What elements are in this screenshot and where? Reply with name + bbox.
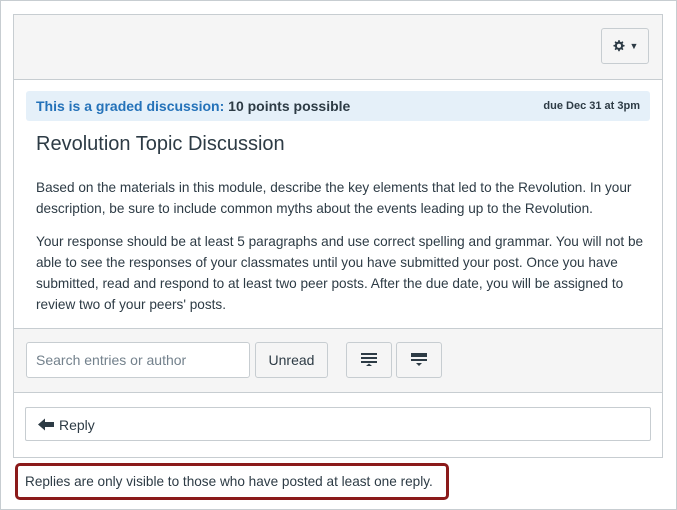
due-date: due Dec 31 at 3pm (543, 100, 640, 112)
discussion-paragraph-1: Based on the materials in this module, d… (36, 180, 632, 216)
unread-filter-button[interactable]: Unread (255, 342, 328, 378)
settings-menu-button[interactable]: ▼ (601, 28, 649, 64)
expand-all-button[interactable] (346, 342, 392, 378)
collapse-all-icon (411, 353, 427, 366)
discussion-title: Revolution Topic Discussion (36, 133, 285, 155)
reply-label: Reply (59, 417, 95, 433)
page-frame: ▼ This is a graded discussion: 10 points… (0, 0, 677, 510)
discussion-toolbar: Unread (14, 328, 662, 393)
discussion-header-bar: ▼ (14, 15, 662, 80)
discussion-paragraph-2: Your response should be at least 5 parag… (36, 234, 644, 312)
graded-label: This is a graded discussion: 10 points p… (36, 98, 351, 114)
reply-button[interactable]: Reply (25, 407, 651, 441)
points-possible: 10 points possible (228, 98, 351, 114)
search-input[interactable] (26, 342, 250, 378)
graded-discussion-banner: This is a graded discussion: 10 points p… (26, 91, 650, 121)
gear-icon (612, 40, 625, 52)
collapse-all-button[interactable] (396, 342, 442, 378)
chevron-down-icon: ▼ (629, 41, 639, 51)
notice-text: Replies are only visible to those who ha… (25, 474, 433, 489)
replies-visibility-notice: Replies are only visible to those who ha… (15, 463, 449, 500)
expand-all-icon (361, 353, 377, 366)
reply-arrow-icon (38, 418, 54, 431)
discussion-panel: ▼ This is a graded discussion: 10 points… (13, 14, 663, 458)
